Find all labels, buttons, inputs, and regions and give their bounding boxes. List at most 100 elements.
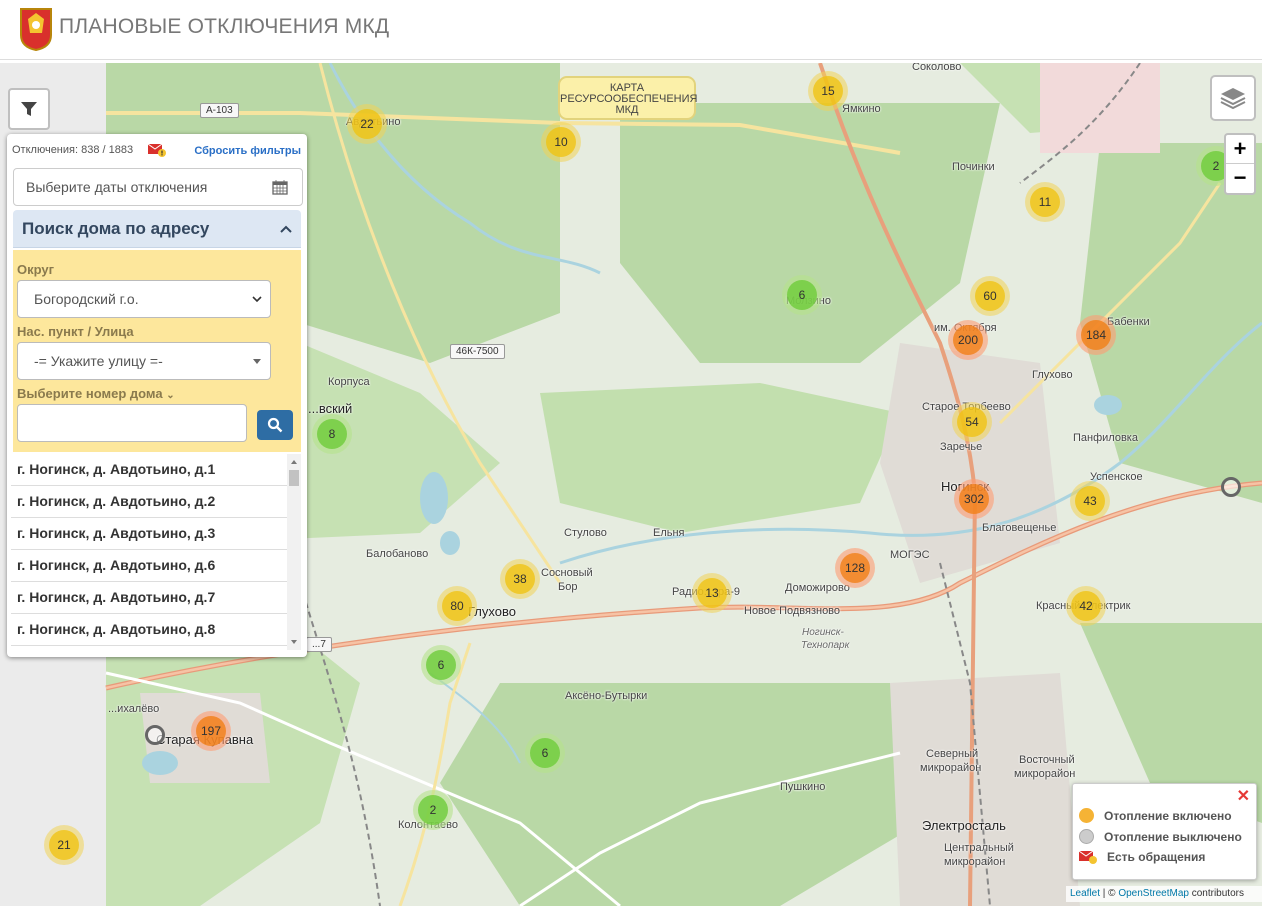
house-number-label-text: Выберите номер дома (17, 386, 163, 401)
zoom-out-button[interactable]: − (1226, 164, 1254, 193)
map-cluster[interactable]: 11 (1025, 182, 1065, 222)
map-cluster[interactable]: 6 (421, 645, 461, 685)
map-overlay-title: КАРТА РЕСУРСООБЕСПЕЧЕНИЯ МКД (558, 76, 697, 120)
place-label: Соколово (912, 63, 962, 73)
place-label: Сосновый (541, 567, 593, 579)
map-cluster[interactable]: 197 (191, 711, 231, 751)
reset-filters-link[interactable]: Сбросить фильтры (194, 145, 301, 157)
place-label: Корпуса (328, 376, 370, 388)
house-number-label[interactable]: Выберите номер дома ⌄ (17, 386, 175, 401)
map-cluster[interactable]: 38 (500, 559, 540, 599)
leaflet-link[interactable]: Leaflet (1070, 888, 1100, 899)
list-item[interactable]: г. Ногинск, д. Авдотьино, д.3 (11, 518, 288, 550)
map-cluster[interactable]: 43 (1070, 481, 1110, 521)
map-cluster[interactable]: 302 (954, 479, 994, 519)
place-label: ...ихалёво (108, 703, 160, 715)
calendar-icon[interactable] (272, 179, 288, 195)
map-cluster[interactable]: 2 (413, 790, 453, 830)
map-cluster[interactable]: 22 (347, 104, 387, 144)
cluster-count: 6 (530, 738, 560, 768)
cluster-count: 302 (959, 484, 989, 514)
moscow-region-emblem-icon (20, 8, 52, 51)
map-cluster[interactable]: 10 (541, 122, 581, 162)
district-select-value: Богородский г.о. (34, 291, 139, 307)
date-range-placeholder: Выберите даты отключения (26, 179, 208, 195)
map-cluster[interactable]: 128 (835, 548, 875, 588)
layers-button[interactable] (1210, 75, 1256, 121)
cluster-count: 6 (787, 280, 817, 310)
map-cluster[interactable]: 8 (312, 414, 352, 454)
place-label: МОГЭС (890, 549, 930, 561)
place-label: Новое Подвязново (744, 605, 841, 617)
place-label: Доможирово (785, 582, 850, 594)
mail-alert-icon (1079, 850, 1097, 864)
map-cluster[interactable]: 80 (437, 586, 477, 626)
house-results-list: г. Ногинск, д. Авдотьино, д.1 г. Ногинск… (11, 454, 288, 650)
road-shield: ...7 (306, 637, 332, 652)
results-scrollbar[interactable] (287, 454, 301, 650)
filter-icon (21, 102, 37, 116)
place-label: Северный (926, 748, 979, 760)
map-cluster[interactable]: 200 (948, 320, 988, 360)
map-cluster[interactable]: 184 (1076, 315, 1116, 355)
cluster-count: 54 (957, 407, 987, 437)
osm-link[interactable]: OpenStreetMap (1118, 888, 1189, 899)
cluster-count: 80 (442, 591, 472, 621)
house-search-button[interactable] (257, 410, 293, 440)
search-icon (267, 417, 283, 433)
cluster-count: 8 (317, 419, 347, 449)
place-label: Электросталь (922, 818, 1006, 833)
list-item[interactable]: г. Ногинск, д. Авдотьино, д.7 (11, 582, 288, 614)
cluster-count: 197 (196, 716, 226, 746)
heating-off-marker[interactable] (145, 725, 165, 745)
place-label: Восточный (1019, 754, 1075, 766)
map-cluster[interactable]: 21 (44, 825, 84, 865)
cluster-count: 42 (1071, 591, 1101, 621)
place-label: Балобаново (366, 548, 429, 560)
zoom-in-button[interactable]: + (1226, 135, 1254, 164)
place-label: Ногинск- (802, 627, 844, 638)
address-search-header[interactable]: Поиск дома по адресу (13, 210, 301, 248)
map-cluster[interactable]: 6 (525, 733, 565, 773)
legend-item: Отопление выключено (1079, 829, 1242, 844)
map-cluster[interactable]: 6 (782, 275, 822, 315)
place-label: Ямкино (842, 103, 881, 115)
cluster-count: 60 (975, 281, 1005, 311)
legend-item: Отопление включено (1079, 808, 1232, 823)
list-item[interactable]: г. Ногинск, д. Авдотьино, д.2 (11, 486, 288, 518)
map-cluster[interactable]: 42 (1066, 586, 1106, 626)
scroll-thumb[interactable] (289, 470, 299, 486)
app-header: ПЛАНОВЫЕ ОТКЛЮЧЕНИЯ МКД (0, 0, 1262, 60)
legend-label: Есть обращения (1107, 850, 1206, 864)
zoom-control: + − (1224, 133, 1256, 195)
filter-toggle-button[interactable] (8, 88, 50, 130)
cluster-count: 11 (1030, 187, 1060, 217)
cluster-count: 184 (1081, 320, 1111, 350)
place-label: Починки (952, 161, 995, 173)
map-cluster[interactable]: 60 (970, 276, 1010, 316)
street-select[interactable]: -= Укажите улицу =- (17, 342, 271, 380)
map-cluster[interactable]: 13 (692, 573, 732, 613)
place-label: Аксёно-Бутырки (565, 690, 648, 702)
legend-close-button[interactable]: ✕ (1237, 786, 1250, 806)
place-label: Технопарк (801, 640, 850, 651)
district-label: Округ (17, 262, 55, 277)
house-number-input[interactable] (17, 404, 247, 442)
cluster-count: 6 (426, 650, 456, 680)
place-label: Стулово (564, 527, 607, 539)
scroll-up-icon[interactable] (287, 456, 301, 468)
list-item[interactable]: г. Ногинск, д. Авдотьино, д.1 (11, 454, 288, 486)
street-select-value: -= Укажите улицу =- (34, 353, 163, 369)
attribution-separator: | © (1100, 888, 1119, 899)
map-cluster[interactable]: 54 (952, 402, 992, 442)
district-select[interactable]: Богородский г.о. (17, 280, 271, 318)
place-label: Успенское (1090, 471, 1143, 483)
heating-off-marker[interactable] (1221, 477, 1241, 497)
list-item[interactable]: г. Ногинск, д. Авдотьино, д.6 (11, 550, 288, 582)
map-cluster[interactable]: 15 (808, 71, 848, 111)
list-item[interactable]: г. Ногинск, д. Авдотьино, д.8 (11, 614, 288, 646)
scroll-down-icon[interactable] (287, 636, 301, 648)
street-label: Нас. пункт / Улица (17, 324, 134, 339)
chevron-up-icon (280, 225, 292, 233)
date-range-input[interactable]: Выберите даты отключения (13, 168, 303, 206)
